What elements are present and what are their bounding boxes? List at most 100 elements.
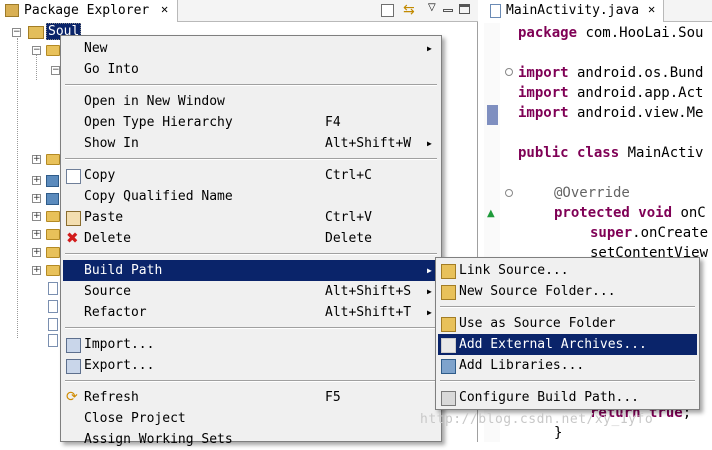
expand-toggle-icon[interactable]: +	[32, 266, 41, 275]
expand-toggle-icon[interactable]: +	[32, 248, 41, 257]
build-path-submenu: Link Source... New Source Folder... Use …	[435, 257, 700, 410]
submenu-item-new-source-folder[interactable]: New Source Folder...	[438, 281, 697, 302]
menu-item-export[interactable]: Export...	[63, 355, 439, 376]
submenu-arrow-icon: ▶	[427, 308, 432, 317]
folder-icon	[46, 247, 60, 258]
collapse-toggle-icon[interactable]: −	[12, 28, 21, 37]
file-icon	[48, 318, 58, 331]
submenu-item-add-external-archives[interactable]: Add External Archives...	[438, 334, 697, 355]
delete-icon: ✖	[66, 229, 79, 247]
library-icon	[46, 175, 59, 187]
submenu-arrow-icon: ▶	[427, 44, 432, 53]
collapse-marker-icon[interactable]	[505, 68, 513, 76]
menu-item-new[interactable]: New ▶	[63, 38, 439, 59]
new-source-folder-icon	[441, 285, 456, 300]
copy-icon	[66, 169, 81, 184]
code-line-method: protected void onC	[554, 205, 706, 221]
menu-item-show-in[interactable]: Show In Alt+Shift+W ▶	[63, 133, 439, 154]
folder-icon	[46, 154, 60, 165]
menu-item-import[interactable]: Import...	[63, 334, 439, 355]
package-explorer-title: Package Explorer	[24, 3, 150, 18]
menu-item-refresh[interactable]: ⟳ Refresh F5	[63, 387, 439, 408]
minimize-icon[interactable]	[443, 9, 453, 12]
collapse-marker-icon[interactable]	[505, 189, 513, 197]
submenu-item-use-as-source-folder[interactable]: Use as Source Folder	[438, 313, 697, 334]
collapse-toggle-icon[interactable]: −	[51, 66, 60, 75]
submenu-arrow-icon: ▶	[427, 266, 432, 275]
source-folder-icon	[441, 317, 456, 332]
menu-separator	[440, 306, 695, 308]
submenu-item-link-source[interactable]: Link Source...	[438, 260, 697, 281]
package-explorer-icon	[5, 4, 19, 17]
folder-icon	[46, 229, 60, 240]
file-icon	[48, 282, 58, 295]
code-line-import: import android.view.Me	[518, 105, 704, 121]
expand-toggle-icon[interactable]: +	[32, 155, 41, 164]
menu-item-build-path[interactable]: Build Path ▶	[63, 260, 439, 281]
submenu-item-configure-build-path[interactable]: Configure Build Path...	[438, 387, 697, 408]
jar-archive-icon	[441, 338, 456, 353]
src-folder-icon	[46, 45, 60, 56]
import-icon	[66, 338, 81, 353]
menu-item-refactor[interactable]: Refactor Alt+Shift+T ▶	[63, 302, 439, 323]
menu-separator	[440, 380, 695, 382]
submenu-arrow-icon: ▶	[427, 139, 432, 148]
collapse-toggle-icon[interactable]: −	[32, 46, 41, 55]
view-menu-icon[interactable]: ▽	[428, 2, 436, 13]
paste-icon	[66, 211, 81, 226]
menu-item-copy[interactable]: Copy Ctrl+C	[63, 165, 439, 186]
package-explorer-tabbar: Package Explorer ✕ ⇆ ▽	[0, 0, 478, 22]
code-line-import: import android.os.Bund	[518, 65, 704, 81]
library-icon	[46, 193, 59, 205]
menu-item-source[interactable]: Source Alt+Shift+S ▶	[63, 281, 439, 302]
close-icon[interactable]: ✕	[648, 2, 655, 16]
link-source-icon	[441, 264, 456, 279]
code-line-package: package com.HooLai.Sou	[518, 25, 704, 41]
selection-marker-icon	[487, 105, 498, 125]
menu-separator	[65, 327, 437, 329]
code-line-brace: }	[554, 425, 563, 441]
context-menu: New ▶ Go Into Open in New Window Open Ty…	[60, 35, 442, 447]
submenu-item-add-libraries[interactable]: Add Libraries...	[438, 355, 697, 376]
folder-icon	[46, 265, 60, 276]
configure-build-path-icon	[441, 391, 456, 406]
expand-toggle-icon[interactable]: +	[32, 230, 41, 239]
export-icon	[66, 359, 81, 374]
file-icon	[48, 334, 58, 347]
file-icon	[48, 300, 58, 313]
menu-item-paste[interactable]: Paste Ctrl+V	[63, 207, 439, 228]
menu-item-copy-qualified-name[interactable]: Copy Qualified Name	[63, 186, 439, 207]
java-file-icon	[490, 4, 501, 18]
collapse-all-icon[interactable]	[381, 4, 394, 17]
menu-item-assign-working-sets[interactable]: Assign Working Sets	[63, 429, 439, 450]
menu-separator	[65, 84, 437, 86]
menu-item-delete[interactable]: ✖ Delete Delete	[63, 228, 439, 249]
package-explorer-tab[interactable]: Package Explorer ✕	[0, 0, 178, 22]
link-with-editor-icon[interactable]: ⇆	[403, 2, 415, 18]
expand-toggle-icon[interactable]: +	[32, 176, 41, 185]
expand-toggle-icon[interactable]: +	[32, 212, 41, 221]
folder-icon	[46, 211, 60, 222]
menu-item-go-into[interactable]: Go Into	[63, 59, 439, 80]
menu-separator	[65, 158, 437, 160]
override-marker-icon: ▲	[487, 208, 495, 219]
library-icon	[441, 359, 456, 374]
code-line-class: public class MainActiv	[518, 145, 704, 161]
code-line-super: super.onCreate	[590, 225, 709, 241]
menu-separator	[65, 380, 437, 382]
menu-item-open-in-new-window[interactable]: Open in New Window	[63, 91, 439, 112]
submenu-arrow-icon: ▶	[427, 287, 432, 296]
refresh-icon: ⟳	[66, 389, 78, 405]
menu-separator	[65, 253, 437, 255]
project-folder-icon	[28, 26, 44, 39]
menu-item-open-type-hierarchy[interactable]: Open Type Hierarchy F4	[63, 112, 439, 133]
close-icon[interactable]: ✕	[161, 2, 168, 16]
editor-tab-title: MainActivity.java	[506, 3, 640, 18]
editor-tabbar: MainActivity.java ✕	[484, 0, 712, 22]
watermark-text: http://blog.csdn.net/xy_1yfo	[420, 412, 654, 427]
editor-tab[interactable]: MainActivity.java ✕	[484, 0, 664, 22]
menu-item-close-project[interactable]: Close Project	[63, 408, 439, 429]
expand-toggle-icon[interactable]: +	[32, 194, 41, 203]
code-line-annotation: @Override	[554, 185, 630, 201]
maximize-icon[interactable]	[459, 4, 470, 14]
